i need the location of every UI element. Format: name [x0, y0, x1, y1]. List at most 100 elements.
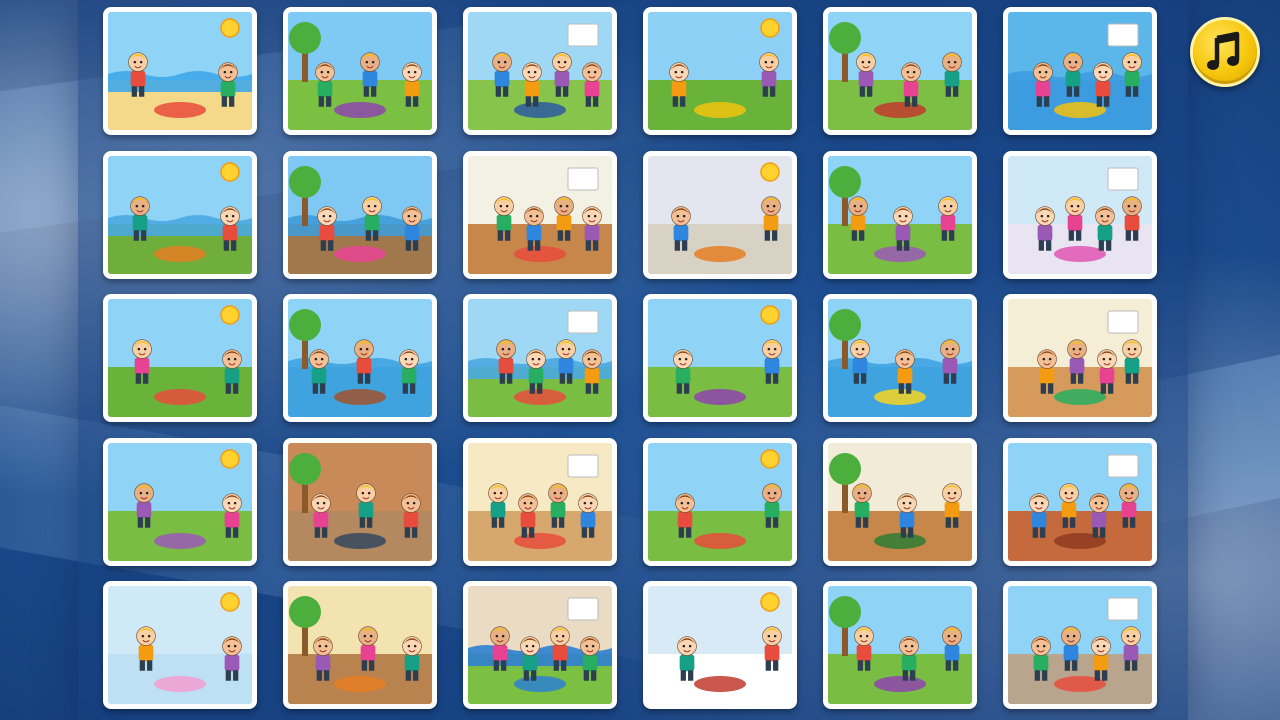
child-leg	[772, 230, 778, 241]
child-eye	[535, 214, 539, 218]
scene-card-rowing-boat[interactable]	[283, 294, 437, 422]
child-shirt	[138, 644, 154, 662]
scene-card-park-policeman[interactable]	[463, 7, 617, 135]
child-shirt	[496, 214, 512, 232]
scene-illustration	[828, 443, 972, 561]
child-eye	[139, 491, 143, 495]
child-leg	[314, 527, 320, 538]
scene-card-gym-class[interactable]	[463, 151, 617, 279]
child-leg	[1076, 230, 1082, 241]
scene-card-archery[interactable]	[823, 581, 977, 709]
scene-window	[1107, 454, 1139, 478]
child-leg	[896, 240, 902, 251]
child-eye	[1040, 501, 1044, 505]
scene-card-dock-friends[interactable]	[283, 151, 437, 279]
child-eye	[945, 347, 949, 351]
child-eye	[413, 214, 417, 218]
child-shirt	[558, 357, 574, 375]
child-eye	[1042, 644, 1046, 648]
scene-card-beach[interactable]	[103, 7, 257, 135]
tree-crown	[289, 453, 321, 485]
scene-card-firefighters-town[interactable]	[1003, 581, 1157, 709]
scene-card-campsite[interactable]	[643, 294, 797, 422]
scene-card-nursery-room[interactable]	[643, 151, 797, 279]
scene-card-school-desk[interactable]	[823, 438, 977, 566]
child-eye	[1038, 70, 1042, 74]
scene-card-river-swim[interactable]	[463, 294, 617, 422]
scene-canvas	[828, 156, 972, 274]
child-shirt	[903, 80, 919, 98]
child-eye	[322, 214, 326, 218]
scene-card-tractor-ride[interactable]	[103, 294, 257, 422]
child-shirt	[677, 511, 693, 529]
scene-card-swim-ring[interactable]	[1003, 7, 1157, 135]
scene-card-banana-boat[interactable]	[823, 294, 977, 422]
child-eye	[322, 501, 326, 505]
child-shirt	[901, 654, 917, 672]
scene-window	[567, 23, 599, 47]
child-eye	[1094, 501, 1098, 505]
child-eye	[906, 357, 910, 361]
child-eye	[1074, 60, 1078, 64]
child-leg	[1070, 373, 1076, 384]
music-toggle-button[interactable]	[1190, 17, 1260, 87]
child-eye	[1133, 347, 1137, 351]
child-shirt	[522, 654, 538, 672]
scene-card-baby-bath[interactable]	[1003, 151, 1157, 279]
scene-card-picnic-blocks[interactable]	[283, 7, 437, 135]
child-eye	[904, 214, 908, 218]
child-shirt	[764, 644, 780, 662]
child-eye	[406, 501, 410, 505]
child-leg	[1125, 86, 1131, 97]
scene-canvas	[648, 12, 792, 130]
scene-card-jump-rope[interactable]	[103, 438, 257, 566]
child-eye	[231, 214, 235, 218]
child-leg	[676, 383, 682, 394]
scene-canvas	[468, 443, 612, 561]
scene-illustration	[1008, 12, 1152, 130]
child-eye	[910, 644, 914, 648]
scene-card-circus-fair[interactable]	[643, 438, 797, 566]
scene-card-crawling-baby[interactable]	[103, 581, 257, 709]
scene-card-western-town[interactable]	[283, 438, 437, 566]
child-leg	[1074, 86, 1080, 97]
child-eye	[1064, 491, 1068, 495]
child-eye	[585, 644, 589, 648]
child-eye	[314, 357, 318, 361]
scene-card-canyon-west[interactable]	[1003, 438, 1157, 566]
child-leg	[863, 517, 869, 528]
child-shirt	[1035, 80, 1051, 98]
child-eye	[767, 491, 771, 495]
child-leg	[133, 230, 139, 241]
child-eye	[501, 634, 505, 638]
child-leg	[1038, 240, 1044, 251]
scene-card-winter-snow[interactable]	[643, 581, 797, 709]
child-eye	[902, 501, 906, 505]
child-leg	[413, 96, 419, 107]
child-shirt	[1091, 511, 1107, 529]
child-eye	[227, 357, 231, 361]
scene-card-paddling-pool[interactable]	[463, 581, 617, 709]
child-leg	[1048, 383, 1054, 394]
scene-accent-object	[1054, 246, 1106, 262]
child-shirt	[404, 80, 420, 98]
child-leg	[231, 240, 237, 251]
scene-window	[1107, 310, 1139, 334]
scene-card-classroom[interactable]	[1003, 294, 1157, 422]
scene-card-field-play[interactable]	[823, 151, 977, 279]
scene-card-camping-river[interactable]	[103, 151, 257, 279]
scene-card-sewing-machine[interactable]	[463, 438, 617, 566]
child-eye	[499, 491, 503, 495]
child-eye	[767, 347, 771, 351]
scene-card-apple-orchard[interactable]	[823, 7, 977, 135]
scene-card-fireplace-room[interactable]	[283, 581, 437, 709]
scene-card-winners-podium[interactable]	[643, 7, 797, 135]
child-leg	[503, 86, 509, 97]
child-shirt	[764, 357, 780, 375]
sun-icon	[760, 18, 780, 38]
scene-canvas	[828, 586, 972, 704]
child-eye	[141, 634, 145, 638]
child-eye	[501, 347, 505, 351]
child-eye	[593, 214, 597, 218]
child-shirt	[763, 214, 779, 232]
